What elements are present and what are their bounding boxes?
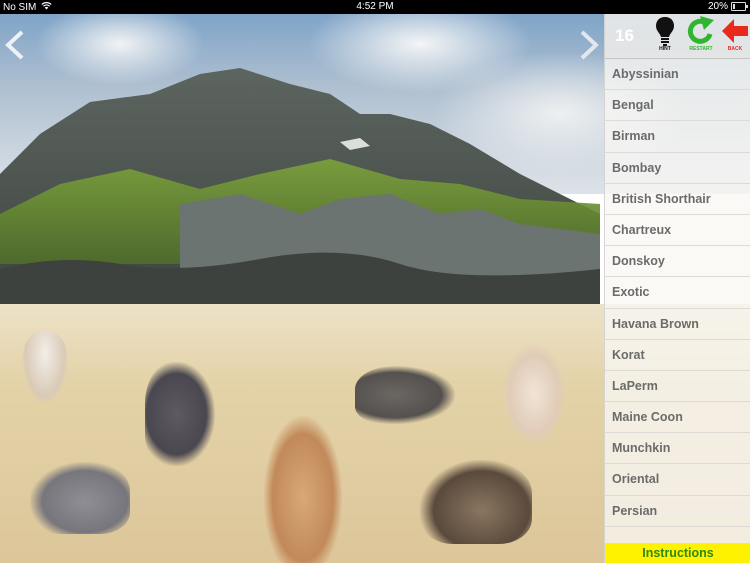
- breed-list-item[interactable]: British Shorthair: [605, 184, 750, 215]
- breed-list-item[interactable]: Donskoy: [605, 246, 750, 278]
- breed-list-item[interactable]: Abyssinian: [605, 59, 750, 91]
- chevron-right-icon: [580, 30, 599, 60]
- restart-icon: [687, 16, 714, 44]
- battery-percent: 20%: [707, 1, 728, 12]
- back-arrow-icon: [722, 19, 748, 43]
- breed-list-item[interactable]: Chartreux: [605, 215, 750, 247]
- breed-list-item[interactable]: LaPerm: [605, 371, 750, 403]
- chevron-left-icon: [5, 30, 24, 60]
- breed-panel: 16 HINT RESTART BACK Abyssinian Bengal Bir…: [604, 14, 750, 563]
- next-scene-arrow[interactable]: [576, 30, 602, 60]
- previous-scene-arrow[interactable]: [2, 30, 28, 60]
- battery-fill: [733, 4, 736, 9]
- cat-korat[interactable]: [145, 362, 215, 466]
- cat-donskoy[interactable]: [503, 344, 565, 444]
- breed-list-item[interactable]: Bengal: [605, 90, 750, 122]
- back-button[interactable]: BACK: [713, 16, 750, 56]
- status-time: 4:52 PM: [356, 1, 394, 12]
- instructions-button[interactable]: Instructions: [605, 543, 750, 563]
- cat-exotic[interactable]: [22, 332, 68, 404]
- score-counter: 16: [615, 26, 634, 45]
- breed-list: Abyssinian Bengal Birman Bombay British Shor…: [605, 59, 750, 527]
- breed-list-item[interactable]: Munchkin: [605, 433, 750, 465]
- cat-persian[interactable]: [264, 416, 342, 563]
- breed-list-item[interactable]: Korat: [605, 340, 750, 371]
- breed-list-item[interactable]: Maine Coon: [605, 402, 750, 434]
- breed-list-item[interactable]: Oriental: [605, 464, 750, 496]
- battery-icon: [731, 2, 748, 11]
- breed-list-item[interactable]: Persian: [605, 496, 750, 527]
- breed-list-item[interactable]: Birman: [605, 121, 750, 153]
- cat-chartreux[interactable]: [30, 462, 130, 534]
- status-bar: No SIM 4:52 PM 20%: [0, 0, 750, 14]
- cat-munchkin[interactable]: [355, 366, 455, 424]
- breed-list-item[interactable]: Havana Brown: [605, 309, 750, 340]
- lightbulb-icon: [656, 17, 674, 46]
- cat-bengal[interactable]: [420, 460, 532, 544]
- back-label: BACK: [727, 46, 743, 52]
- status-right: 20%: [707, 1, 748, 12]
- panel-header: 16 HINT RESTART BACK: [605, 14, 750, 59]
- breed-list-item[interactable]: Exotic: [605, 277, 750, 309]
- breed-list-item[interactable]: Bombay: [605, 153, 750, 184]
